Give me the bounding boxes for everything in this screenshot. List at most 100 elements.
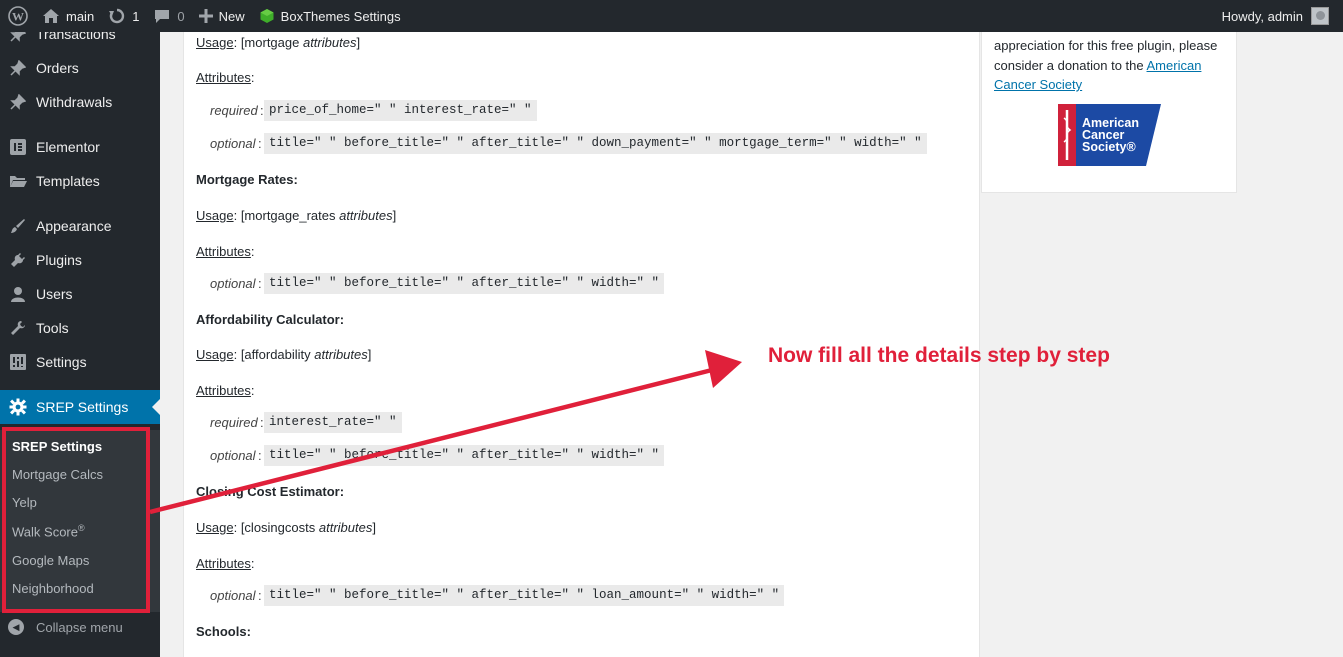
submenu-highlight-box	[2, 427, 150, 613]
boxthemes-icon	[260, 9, 274, 23]
usage-shortcode: [mortgage_rates	[240, 208, 340, 223]
site-name: main	[66, 8, 95, 24]
usage-end: ]	[356, 35, 361, 50]
wordpress-logo-icon[interactable]: W	[0, 0, 35, 32]
sidebar-item-withdrawals[interactable]: Withdrawals	[0, 85, 160, 119]
usage-label: Usage	[196, 347, 234, 362]
brush-icon	[8, 216, 28, 236]
required-label: required	[210, 103, 258, 118]
sidebar-item-label: Plugins	[36, 252, 82, 268]
howdy-text: Howdy, admin	[1221, 8, 1303, 24]
affordability-attributes: Attributes:	[196, 383, 255, 398]
comment-icon	[155, 10, 170, 23]
usage-end: ]	[392, 208, 397, 223]
new-label: New	[218, 8, 245, 24]
sidebar-item-label: Users	[36, 286, 73, 302]
schools-heading: Schools:	[196, 624, 251, 639]
affordability-usage: Usage: [affordability attributes]	[196, 347, 372, 362]
usage-attributes: attributes	[318, 520, 373, 535]
wrench-icon	[8, 318, 28, 338]
logo-line-3: Society®	[1082, 140, 1136, 154]
usage-end: ]	[372, 520, 376, 535]
sidebar-item-label: Elementor	[36, 139, 100, 155]
boxthemes-settings-link[interactable]: BoxThemes Settings	[252, 0, 408, 32]
elementor-icon	[8, 137, 28, 157]
collapse-label: Collapse menu	[36, 619, 123, 635]
pin-icon	[8, 92, 28, 112]
affordability-heading: Affordability Calculator:	[196, 312, 345, 327]
folder-icon	[8, 171, 28, 191]
updates-icon	[109, 8, 125, 24]
sidebar-item-elementor[interactable]: Elementor	[0, 130, 160, 164]
plus-icon	[198, 9, 213, 23]
closing-usage: Usage: [closingcosts attributes]	[196, 520, 376, 535]
american-cancer-society-logo[interactable]: American Cancer Society®	[1058, 104, 1161, 166]
collapse-menu-button[interactable]: ◀ Collapse menu	[8, 619, 123, 635]
comments-link[interactable]: 0	[146, 0, 191, 32]
usage-label: Usage	[196, 35, 234, 50]
sidebar-item-plugins[interactable]: Plugins	[0, 243, 160, 277]
sidebar-item-label: Withdrawals	[36, 94, 113, 110]
mortgage-rates-heading: Mortgage Rates:	[196, 172, 298, 187]
boxthemes-label: BoxThemes Settings	[280, 8, 401, 24]
usage-attributes: attributes	[339, 208, 393, 223]
rates-attributes: Attributes:	[196, 244, 255, 259]
donation-text: appreciation for this free plugin, pleas…	[994, 36, 1230, 95]
closing-cost-heading: Closing Cost Estimator:	[196, 484, 345, 499]
home-icon	[43, 9, 59, 23]
sidebar-item-settings[interactable]: Settings	[0, 345, 160, 379]
sidebar-item-tools[interactable]: Tools	[0, 311, 160, 345]
updates-count: 1	[132, 8, 140, 24]
optional-label: optional	[210, 136, 256, 151]
attributes-label: Attributes	[196, 383, 251, 398]
sidebar-item-orders[interactable]: Orders	[0, 51, 160, 85]
usage-shortcode: [mortgage	[240, 35, 303, 50]
gear-icon	[8, 397, 28, 417]
site-name-link[interactable]: main	[35, 0, 101, 32]
rates-optional-code: title=" " before_title=" " after_title="…	[264, 273, 665, 294]
optional-label: optional	[210, 276, 256, 291]
usage-shortcode: [closingcosts	[240, 520, 319, 535]
mortgage-required-code: price_of_home=" " interest_rate=" "	[264, 100, 537, 121]
sidebar-item-users[interactable]: Users	[0, 277, 160, 311]
sidebar-item-label: SREP Settings	[36, 399, 129, 415]
sidebar-item-label: Settings	[36, 354, 87, 370]
updates-link[interactable]: 1	[101, 0, 146, 32]
closing-optional-code: title=" " before_title=" " after_title="…	[264, 585, 785, 606]
sidebar-item-label: Tools	[36, 320, 69, 336]
attributes-label: Attributes	[196, 556, 251, 571]
mortgage-optional-code: title=" " before_title=" " after_title="…	[264, 133, 927, 154]
optional-label: optional	[210, 588, 256, 603]
sidebar-item-templates[interactable]: Templates	[0, 164, 160, 198]
mortgage-attributes: Attributes:	[196, 70, 255, 85]
sidebar-item-label: Appearance	[36, 218, 112, 234]
mortgage-usage: Usage: [mortgage attributes]	[196, 35, 361, 50]
avatar	[1311, 7, 1329, 25]
usage-end: ]	[367, 347, 372, 362]
usage-label: Usage	[196, 520, 234, 535]
sliders-icon	[8, 352, 28, 372]
usage-label: Usage	[196, 208, 234, 223]
affordability-optional-code: title=" " before_title=" " after_title="…	[264, 445, 665, 466]
plug-icon	[8, 250, 28, 270]
attributes-label: Attributes	[196, 244, 251, 259]
required-label: required	[210, 415, 258, 430]
rates-usage: Usage: [mortgage_rates attributes]	[196, 208, 397, 223]
attributes-label: Attributes	[196, 70, 251, 85]
pin-icon	[8, 58, 28, 78]
optional-label: optional	[210, 448, 256, 463]
closing-attributes: Attributes:	[196, 556, 255, 571]
usage-attributes: attributes	[314, 347, 368, 362]
affordability-required-code: interest_rate=" "	[264, 412, 402, 433]
sidebar-item-srep-settings[interactable]: SREP Settings	[0, 390, 160, 424]
my-account[interactable]: Howdy, admin	[1222, 7, 1343, 25]
new-content-link[interactable]: New	[192, 0, 252, 32]
donation-widget: appreciation for this free plugin, pleas…	[981, 32, 1237, 193]
usage-attributes: attributes	[302, 35, 357, 50]
usage-shortcode: [affordability	[240, 347, 315, 362]
collapse-icon: ◀	[8, 619, 24, 635]
sidebar-item-label: Orders	[36, 60, 79, 76]
sidebar-item-appearance[interactable]: Appearance	[0, 209, 160, 243]
annotation-text: Now fill all the details step by step	[768, 344, 1110, 367]
admin-bar: W main 1 0 New BoxThemes Settings Howdy,…	[0, 0, 1343, 32]
